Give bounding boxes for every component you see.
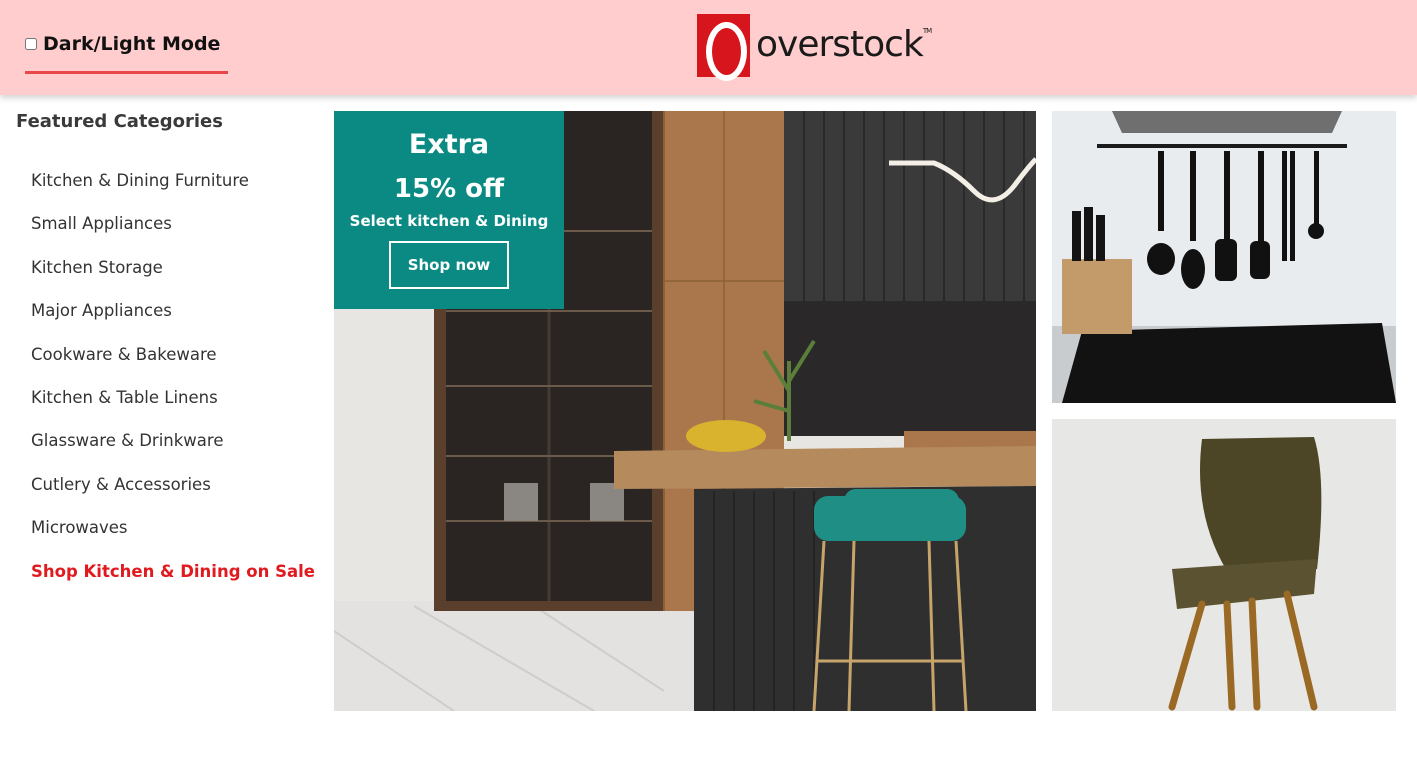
- hero-banner[interactable]: Extra 15% off Select kitchen & Dining Sh…: [334, 111, 1036, 711]
- category-link-kitchen-dining-furniture[interactable]: Kitchen & Dining Furniture: [31, 171, 316, 214]
- shop-now-button[interactable]: Shop now: [389, 241, 509, 289]
- category-link-microwaves[interactable]: Microwaves: [31, 518, 316, 561]
- promo-title: Extra: [408, 129, 490, 160]
- overstock-logo[interactable]: overstockTM: [697, 13, 932, 81]
- category-link-kitchen-storage[interactable]: Kitchen Storage: [31, 258, 316, 301]
- category-link-cookware-bakeware[interactable]: Cookware & Bakeware: [31, 345, 316, 388]
- overstock-logo-text: overstockTM: [756, 24, 932, 65]
- category-link-cutlery-accessories[interactable]: Cutlery & Accessories: [31, 475, 316, 518]
- featured-categories-sidebar: Featured Categories Kitchen & Dining Fur…: [16, 110, 316, 605]
- promo-discount: 15% off: [393, 174, 505, 204]
- category-link-glassware-drinkware[interactable]: Glassware & Drinkware: [31, 431, 316, 474]
- overstock-logo-mark-icon: [697, 13, 750, 81]
- category-link-small-appliances[interactable]: Small Appliances: [31, 214, 316, 257]
- category-link-kitchen-table-linens[interactable]: Kitchen & Table Linens: [31, 388, 316, 431]
- kitchen-utensils-tile[interactable]: [1052, 111, 1396, 403]
- promo-box: Extra 15% off Select kitchen & Dining Sh…: [334, 111, 564, 309]
- site-header: Dark/Light Mode overstockTM: [0, 0, 1417, 95]
- category-list: Kitchen & Dining Furniture Small Applian…: [31, 171, 316, 605]
- category-link-major-appliances[interactable]: Major Appliances: [31, 301, 316, 344]
- dark-light-mode-toggle[interactable]: Dark/Light Mode: [25, 30, 228, 74]
- featured-categories-title: Featured Categories: [16, 111, 223, 132]
- dark-light-mode-checkbox[interactable]: [25, 38, 37, 50]
- kitchen-utensils-image: [1052, 111, 1396, 403]
- category-link-kitchen-dining-sale[interactable]: Shop Kitchen & Dining on Sale: [31, 562, 316, 605]
- promo-subtitle: Select kitchen & Dining: [349, 212, 549, 230]
- dining-chair-tile[interactable]: [1052, 419, 1396, 711]
- dark-light-mode-label: Dark/Light Mode: [43, 33, 221, 55]
- dining-chair-image: [1052, 419, 1396, 711]
